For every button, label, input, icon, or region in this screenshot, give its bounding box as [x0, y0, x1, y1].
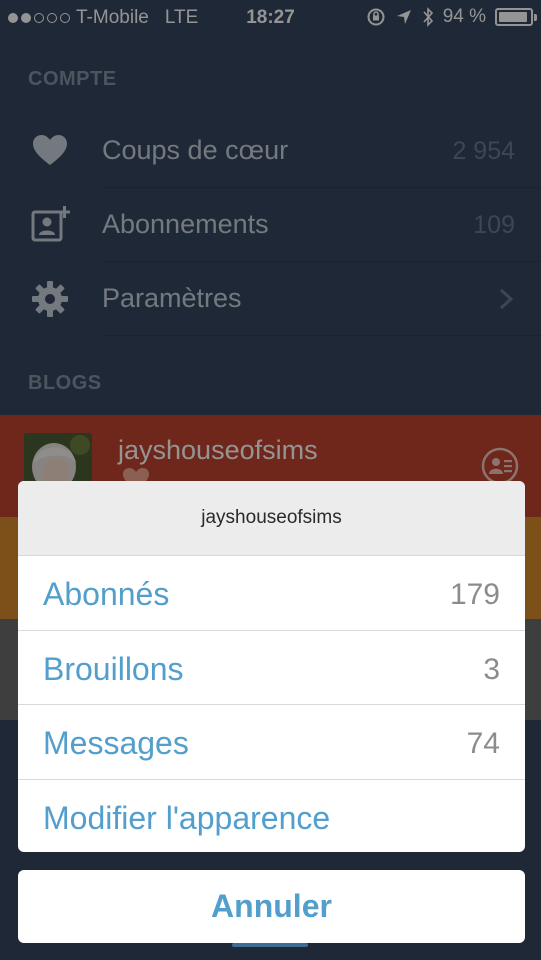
action-label: Brouillons [43, 650, 184, 687]
action-count: 179 [449, 578, 500, 611]
cancel-button[interactable]: Annuler [18, 870, 525, 943]
action-label: Modifier l'apparence [43, 799, 331, 836]
action-sheet-title: jayshouseofsims [18, 481, 525, 555]
action-count: 3 [483, 652, 500, 686]
action-followers[interactable]: Abonnés 179 [18, 555, 525, 630]
underlying-tab-indicator [232, 943, 308, 947]
action-edit-appearance[interactable]: Modifier l'apparence [18, 778, 525, 853]
action-label: Abonnés [43, 576, 170, 612]
action-messages[interactable]: Messages 74 [18, 704, 525, 779]
action-drafts[interactable]: Brouillons 3 [18, 629, 525, 705]
action-count: 74 [466, 727, 500, 760]
action-sheet: jayshouseofsims Abonnés 179 Brouillons 3… [18, 481, 525, 852]
action-label: Messages [43, 725, 189, 761]
